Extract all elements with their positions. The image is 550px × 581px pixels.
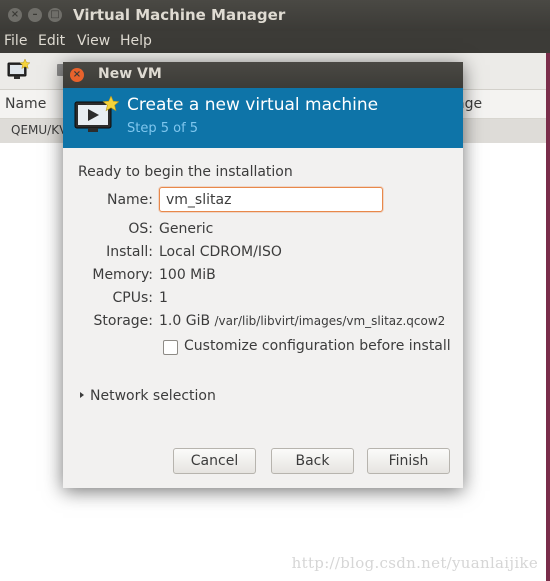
cpus-value: 1 (159, 290, 168, 306)
wizard-title: Create a new virtual machine (127, 95, 379, 115)
window-minimize-icon[interactable]: – (28, 8, 42, 22)
back-button[interactable]: Back (271, 448, 354, 474)
os-label: OS: (128, 221, 153, 237)
menu-edit[interactable]: Edit (38, 33, 65, 49)
network-selection-expander[interactable]: Network selection (90, 388, 216, 404)
menu-view[interactable]: View (77, 33, 110, 49)
window-maximize-icon[interactable]: □ (48, 8, 62, 22)
desktop-background (546, 53, 550, 581)
vm-name-input[interactable] (159, 187, 383, 212)
expander-arrow-icon[interactable] (80, 392, 84, 398)
main-titlebar: × – □ Virtual Machine Manager (0, 0, 550, 31)
column-name[interactable]: Name (5, 96, 46, 112)
dialog-titlebar: × New VM (63, 62, 463, 88)
watermark: http://blog.csdn.net/yuanlaijike (291, 554, 538, 572)
dialog-close-icon[interactable]: × (70, 68, 84, 82)
cpus-label: CPUs: (112, 290, 153, 306)
memory-value: 100 MiB (159, 267, 216, 283)
wizard-header: Create a new virtual machine Step 5 of 5 (63, 88, 463, 148)
new-vm-icon (7, 58, 31, 79)
storage-size: 1.0 GiB (159, 313, 211, 329)
new-vm-monitor-icon (74, 96, 119, 132)
install-value: Local CDROM/ISO (159, 244, 282, 260)
window-close-icon[interactable]: × (8, 8, 22, 22)
memory-label: Memory: (92, 267, 153, 283)
install-label: Install: (106, 244, 153, 260)
storage-path: /var/lib/libvirt/images/vm_slitaz.qcow2 (214, 314, 446, 328)
menubar: File Edit View Help (0, 31, 550, 53)
menu-file[interactable]: File (4, 33, 27, 49)
new-vm-dialog: × New VM Create a new virtual machine St… (63, 62, 463, 488)
wizard-step: Step 5 of 5 (127, 121, 199, 136)
storage-value: 1.0 GiB /var/lib/libvirt/images/vm_slita… (159, 313, 445, 329)
connection-label: QEMU/KV (11, 123, 68, 137)
name-label: Name: (106, 192, 153, 208)
os-value: Generic (159, 221, 214, 237)
menu-help[interactable]: Help (120, 33, 152, 49)
ready-heading: Ready to begin the installation (78, 164, 293, 180)
new-vm-button[interactable] (6, 58, 32, 82)
storage-label: Storage: (93, 313, 154, 329)
dialog-title: New VM (98, 66, 162, 82)
cancel-button[interactable]: Cancel (173, 448, 256, 474)
window-title: Virtual Machine Manager (73, 6, 286, 24)
finish-button[interactable]: Finish (367, 448, 450, 474)
customize-checkbox[interactable] (163, 340, 178, 355)
customize-checkbox-label[interactable]: Customize configuration before install (184, 338, 451, 354)
